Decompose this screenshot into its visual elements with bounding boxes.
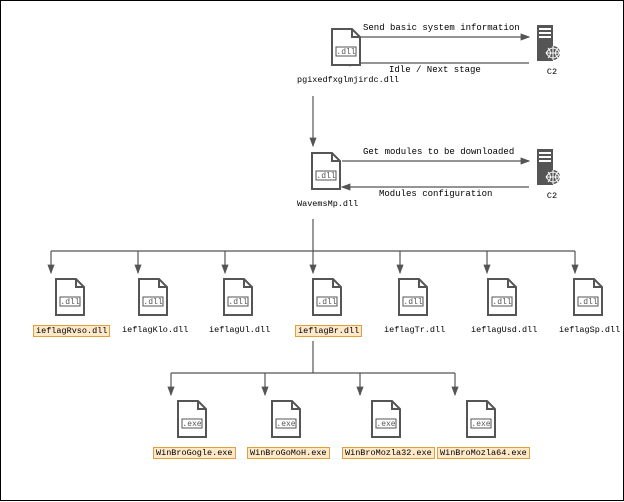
stage2-filename: WavemsMp.dll <box>295 199 360 209</box>
svg-text:.dll: .dll <box>493 298 512 307</box>
svg-text:.dll: .dll <box>144 298 163 307</box>
exe-label: WinBroGoMoH.exe <box>247 447 330 459</box>
module-label: ieflagUsd.dll <box>469 325 539 335</box>
module-label: ieflagRvso.dll <box>33 325 110 337</box>
svg-text:.exe: .exe <box>472 420 491 429</box>
svg-text:.dll: .dll <box>228 298 247 307</box>
file-icon: .dll <box>311 277 347 323</box>
module-label: ieflagSp.dll <box>557 325 622 335</box>
module-ieflagRvso-dll: .dll ieflagRvso.dll <box>33 277 110 337</box>
file-icon: .exe <box>176 399 212 445</box>
svg-text:.exe: .exe <box>277 420 296 429</box>
file-icon: .dll <box>54 277 90 323</box>
exe-WinBroGoMoH-exe: .exe WinBroGoMoH.exe <box>247 399 330 459</box>
svg-text:.dll: .dll <box>317 298 336 307</box>
module-ieflagUl-dll: .dll ieflagUl.dll <box>207 277 272 335</box>
stage2-recv-label: Modules configuration <box>379 189 492 199</box>
svg-text:.exe: .exe <box>183 420 202 429</box>
module-ieflagKlo-dll: .dll ieflagKlo.dll <box>120 277 190 335</box>
file-icon: .dll <box>222 277 258 323</box>
stage1-filename: pgixedfxglmjirdc.dll <box>295 75 401 85</box>
module-label: ieflagKlo.dll <box>120 325 190 335</box>
stage1-c2-server: C2 <box>537 25 567 77</box>
stage2-dll-file: .dll WavemsMp.dll <box>295 151 360 209</box>
stage1-recv-label: Idle / Next stage <box>389 65 481 75</box>
module-ieflagBr-dll: .dll ieflagBr.dll <box>295 277 362 337</box>
file-icon: .dll <box>572 277 608 323</box>
stage2-c2-server: C2 <box>537 149 567 201</box>
svg-text:.dll: .dll <box>60 298 79 307</box>
exe-label: WinBroMozla32.exe <box>342 447 435 459</box>
stage1-c2-label: C2 <box>545 67 559 77</box>
stage1-dll-file: .dll pgixedfxglmjirdc.dll <box>295 27 401 85</box>
exe-WinBroMozla32-exe: .exe WinBroMozla32.exe <box>342 399 435 459</box>
server-icon <box>537 149 567 189</box>
file-icon: .exe <box>465 399 501 445</box>
module-ieflagUsd-dll: .dll ieflagUsd.dll <box>469 277 539 335</box>
exe-label: WinBroMozla64.exe <box>437 447 530 459</box>
file-icon: .dll <box>397 277 433 323</box>
file-icon: .exe <box>370 399 406 445</box>
module-label: ieflagTr.dll <box>382 325 447 335</box>
module-ieflagTr-dll: .dll ieflagTr.dll <box>382 277 447 335</box>
stage2-c2-label: C2 <box>545 191 559 201</box>
file-icon: .dll <box>137 277 173 323</box>
file-icon: .dll <box>486 277 522 323</box>
exe-WinBroMozla64-exe: .exe WinBroMozla64.exe <box>437 399 530 459</box>
exe-WinBroGogle-exe: .exe WinBroGogle.exe <box>153 399 236 459</box>
module-label: ieflagBr.dll <box>295 325 362 337</box>
module-ieflagSp-dll: .dll ieflagSp.dll <box>557 277 622 335</box>
svg-text:.dll: .dll <box>403 298 422 307</box>
file-icon: .exe <box>270 399 306 445</box>
exe-label: WinBroGogle.exe <box>153 447 236 459</box>
module-label: ieflagUl.dll <box>207 325 272 335</box>
svg-text:.exe: .exe <box>377 420 396 429</box>
svg-text:.dll: .dll <box>578 298 597 307</box>
stage1-send-label: Send basic system information <box>363 23 520 33</box>
server-icon <box>537 25 567 65</box>
file-icon: .dll <box>330 27 366 73</box>
stage2-send-label: Get modules to be downloaded <box>363 147 514 157</box>
file-icon: .dll <box>310 151 346 197</box>
